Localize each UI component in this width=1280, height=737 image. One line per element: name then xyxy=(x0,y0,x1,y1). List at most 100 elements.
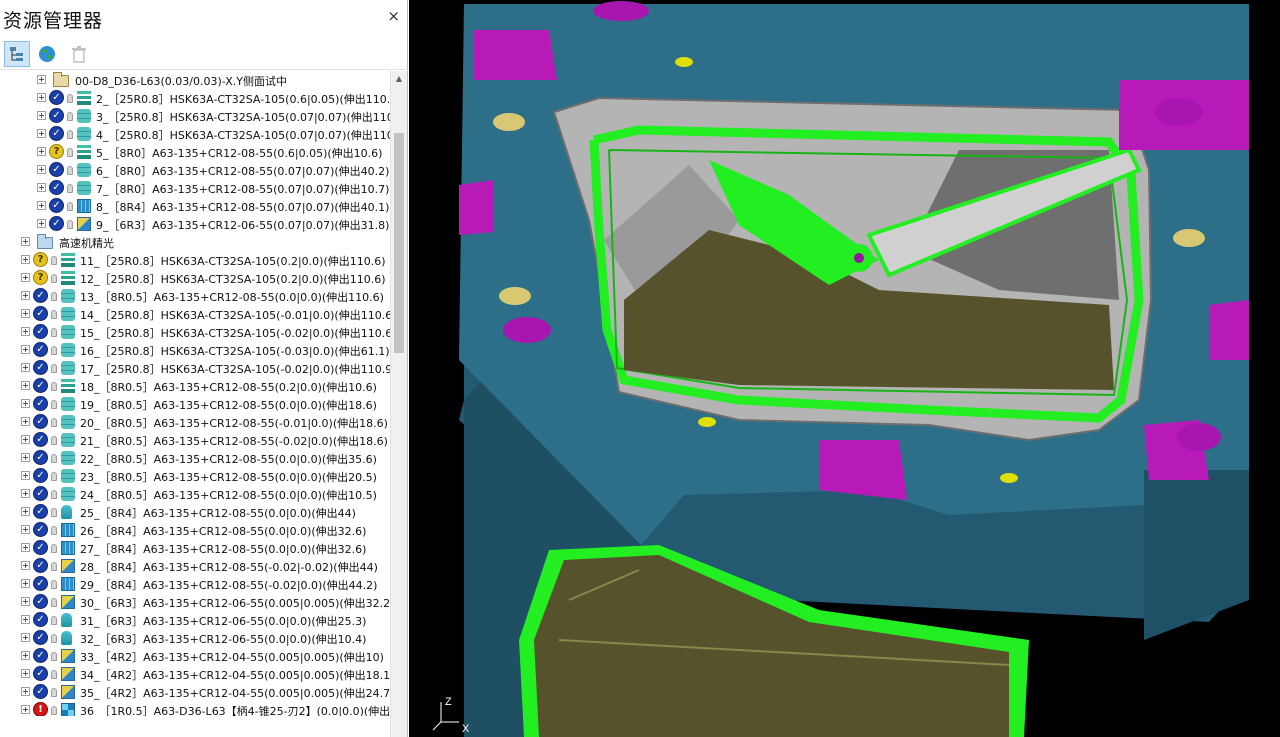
expand-toggle-icon[interactable] xyxy=(21,471,30,480)
expand-toggle-icon[interactable] xyxy=(21,633,30,642)
trash-icon[interactable] xyxy=(66,41,92,67)
light-bulb-icon[interactable] xyxy=(51,364,57,373)
light-bulb-icon[interactable] xyxy=(51,634,57,643)
light-bulb-icon[interactable] xyxy=(51,616,57,625)
toolpath-item[interactable]: ✓ 7_［8R0］A63-135+CR12-08-55(0.07|0.07)(伸出… xyxy=(0,179,390,197)
light-bulb-icon[interactable] xyxy=(51,310,57,319)
light-bulb-icon[interactable] xyxy=(51,544,57,553)
light-bulb-icon[interactable] xyxy=(51,256,57,265)
light-bulb-icon[interactable] xyxy=(67,148,73,157)
toolpath-item[interactable]: ✓ 23_［8R0.5］A63-135+CR12-08-55(0.0|0.0)(伸… xyxy=(0,467,390,485)
toolpath-item[interactable]: ✓ 2_［25R0.8］HSK63A-CT32SA-105(0.6|0.05)(伸… xyxy=(0,89,390,107)
toolpath-item[interactable]: ✓ 15_［25R0.8］HSK63A-CT32SA-105(-0.02|0.0)… xyxy=(0,323,390,341)
expand-toggle-icon[interactable] xyxy=(21,453,30,462)
toolpath-item[interactable]: ✓ 30_［6R3］A63-135+CR12-06-55(0.005|0.005)… xyxy=(0,593,390,611)
toolpath-item[interactable]: ✓ 13_［8R0.5］A63-135+CR12-08-55(0.0|0.0)(伸… xyxy=(0,287,390,305)
light-bulb-icon[interactable] xyxy=(51,400,57,409)
toolpath-item[interactable]: ? 5_［8R0］A63-135+CR12-08-55(0.6|0.05)(伸出1… xyxy=(0,143,390,161)
expand-toggle-icon[interactable] xyxy=(21,489,30,498)
toolpath-item[interactable]: ✓ 34_［4R2］A63-135+CR12-04-55(0.005|0.005)… xyxy=(0,665,390,683)
toolpath-item[interactable]: ? 11_［25R0.8］HSK63A-CT32SA-105(0.2|0.0)(伸… xyxy=(0,251,390,269)
expand-toggle-icon[interactable] xyxy=(21,417,30,426)
light-bulb-icon[interactable] xyxy=(51,472,57,481)
light-bulb-icon[interactable] xyxy=(51,454,57,463)
light-bulb-icon[interactable] xyxy=(51,382,57,391)
expand-toggle-icon[interactable] xyxy=(21,543,30,552)
light-bulb-icon[interactable] xyxy=(51,526,57,535)
expand-toggle-icon[interactable] xyxy=(21,525,30,534)
toolpath-item[interactable]: ✓ 25_［8R4］A63-135+CR12-08-55(0.0|0.0)(伸出4… xyxy=(0,503,390,521)
light-bulb-icon[interactable] xyxy=(51,688,57,697)
toolpath-item[interactable]: ✓ 35_［4R2］A63-135+CR12-04-55(0.005|0.005)… xyxy=(0,683,390,701)
expand-toggle-icon[interactable] xyxy=(21,561,30,570)
tree-folder[interactable]: 00-D8_D36-L63(0.03/0.03)-X.Y侧面试中 xyxy=(0,71,390,89)
scroll-thumb[interactable] xyxy=(394,133,404,353)
light-bulb-icon[interactable] xyxy=(51,562,57,571)
expand-toggle-icon[interactable] xyxy=(21,255,30,264)
toolpath-item[interactable]: ! 36_［1R0.5］A63-D36-L63【柄4-锥25-刃2】(0.0|0.… xyxy=(0,701,390,716)
expand-toggle-icon[interactable] xyxy=(21,435,30,444)
light-bulb-icon[interactable] xyxy=(51,274,57,283)
light-bulb-icon[interactable] xyxy=(67,220,73,229)
expand-toggle-icon[interactable] xyxy=(37,201,46,210)
toolpath-item[interactable]: ✓ 20_［8R0.5］A63-135+CR12-08-55(-0.01|0.0)… xyxy=(0,413,390,431)
expand-toggle-icon[interactable] xyxy=(21,345,30,354)
expand-toggle-icon[interactable] xyxy=(21,507,30,516)
toolpath-item[interactable]: ✓ 28_［8R4］A63-135+CR12-08-55(-0.02|-0.02)… xyxy=(0,557,390,575)
tree-folder[interactable]: 高速机精光 xyxy=(0,233,390,251)
toolpath-item[interactable]: ✓ 4_［25R0.8］HSK63A-CT32SA-105(0.07|0.07)(… xyxy=(0,125,390,143)
toolpath-item[interactable]: ✓ 33_［4R2］A63-135+CR12-04-55(0.005|0.005)… xyxy=(0,647,390,665)
light-bulb-icon[interactable] xyxy=(67,94,73,103)
expand-toggle-icon[interactable] xyxy=(37,147,46,156)
expand-toggle-icon[interactable] xyxy=(21,669,30,678)
expand-toggle-icon[interactable] xyxy=(21,309,30,318)
expand-toggle-icon[interactable] xyxy=(21,273,30,282)
toolpath-item[interactable]: ✓ 19_［8R0.5］A63-135+CR12-08-55(0.0|0.0)(伸… xyxy=(0,395,390,413)
toolpath-item[interactable]: ✓ 27_［8R4］A63-135+CR12-08-55(0.0|0.0)(伸出3… xyxy=(0,539,390,557)
toolpath-item[interactable]: ? 12_［25R0.8］HSK63A-CT32SA-105(0.2|0.0)(伸… xyxy=(0,269,390,287)
tree-scrollbar[interactable]: ▲ xyxy=(390,71,407,737)
toolpath-item[interactable]: ✓ 3_［25R0.8］HSK63A-CT32SA-105(0.07|0.07)(… xyxy=(0,107,390,125)
expand-toggle-icon[interactable] xyxy=(21,705,30,714)
light-bulb-icon[interactable] xyxy=(51,670,57,679)
expand-toggle-icon[interactable] xyxy=(21,381,30,390)
light-bulb-icon[interactable] xyxy=(51,346,57,355)
expand-toggle-icon[interactable] xyxy=(21,291,30,300)
light-bulb-icon[interactable] xyxy=(67,202,73,211)
expand-toggle-icon[interactable] xyxy=(21,237,30,246)
toolpath-item[interactable]: ✓ 14_［25R0.8］HSK63A-CT32SA-105(-0.01|0.0)… xyxy=(0,305,390,323)
light-bulb-icon[interactable] xyxy=(51,292,57,301)
expand-toggle-icon[interactable] xyxy=(21,327,30,336)
light-bulb-icon[interactable] xyxy=(51,418,57,427)
toolpath-item[interactable]: ✓ 9_［6R3］A63-135+CR12-06-55(0.07|0.07)(伸出… xyxy=(0,215,390,233)
expand-toggle-icon[interactable] xyxy=(21,687,30,696)
light-bulb-icon[interactable] xyxy=(51,706,57,715)
toolpath-item[interactable]: ✓ 32_［6R3］A63-135+CR12-06-55(0.0|0.0)(伸出1… xyxy=(0,629,390,647)
scroll-up-icon[interactable]: ▲ xyxy=(391,71,407,87)
light-bulb-icon[interactable] xyxy=(51,508,57,517)
expand-toggle-icon[interactable] xyxy=(21,651,30,660)
expand-toggle-icon[interactable] xyxy=(37,219,46,228)
light-bulb-icon[interactable] xyxy=(67,112,73,121)
expand-toggle-icon[interactable] xyxy=(37,165,46,174)
light-bulb-icon[interactable] xyxy=(51,490,57,499)
light-bulb-icon[interactable] xyxy=(51,328,57,337)
expand-toggle-icon[interactable] xyxy=(21,597,30,606)
globe-icon[interactable] xyxy=(34,41,60,67)
toolpath-item[interactable]: ✓ 31_［6R3］A63-135+CR12-06-55(0.0|0.0)(伸出2… xyxy=(0,611,390,629)
light-bulb-icon[interactable] xyxy=(51,436,57,445)
expand-toggle-icon[interactable] xyxy=(21,579,30,588)
toolpath-item[interactable]: ✓ 18_［8R0.5］A63-135+CR12-08-55(0.2|0.0)(伸… xyxy=(0,377,390,395)
toolpath-item[interactable]: ✓ 24_［8R0.5］A63-135+CR12-08-55(0.0|0.0)(伸… xyxy=(0,485,390,503)
toolpath-item[interactable]: ✓ 22_［8R0.5］A63-135+CR12-08-55(0.0|0.0)(伸… xyxy=(0,449,390,467)
3d-viewport[interactable]: Z X xyxy=(409,0,1280,737)
toolpath-item[interactable]: ✓ 26_［8R4］A63-135+CR12-08-55(0.0|0.0)(伸出3… xyxy=(0,521,390,539)
toolpath-item[interactable]: ✓ 8_［8R4］A63-135+CR12-08-55(0.07|0.07)(伸出… xyxy=(0,197,390,215)
expand-toggle-icon[interactable] xyxy=(21,399,30,408)
expand-toggle-icon[interactable] xyxy=(37,183,46,192)
toolpath-item[interactable]: ✓ 21_［8R0.5］A63-135+CR12-08-55(-0.02|0.0)… xyxy=(0,431,390,449)
toolpath-item[interactable]: ✓ 29_［8R4］A63-135+CR12-08-55(-0.02|0.0)(伸… xyxy=(0,575,390,593)
toolpath-item[interactable]: ✓ 17_［25R0.8］HSK63A-CT32SA-105(-0.02|0.0)… xyxy=(0,359,390,377)
tree-view-icon[interactable] xyxy=(4,41,30,67)
close-icon[interactable]: × xyxy=(387,9,400,24)
